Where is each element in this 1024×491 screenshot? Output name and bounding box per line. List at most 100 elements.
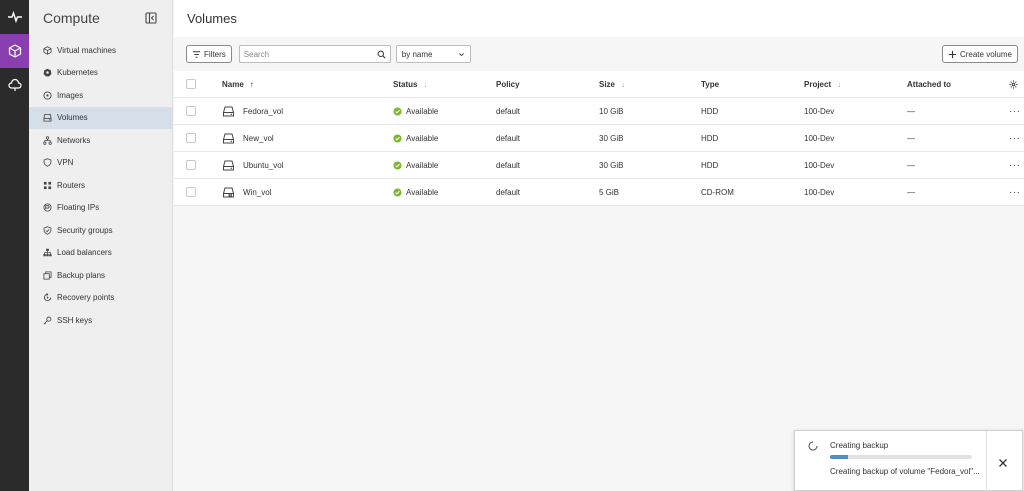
filters-button[interactable]: Filters bbox=[186, 45, 232, 63]
sidebar-item-virtual-machines[interactable]: Virtual machines bbox=[29, 39, 172, 62]
column-label: Attached to bbox=[907, 79, 951, 89]
table-row[interactable]: Fedora_vol Available default 10 GiB HDD … bbox=[174, 98, 1024, 125]
sidebar-item-networks[interactable]: Networks bbox=[29, 129, 172, 152]
policy-cell: default bbox=[496, 160, 521, 170]
column-label: Status bbox=[393, 79, 418, 89]
attached-cell: — bbox=[907, 187, 915, 197]
sidebar-item-backup-plans[interactable]: Backup plans bbox=[29, 264, 172, 287]
rail-compute-button[interactable] bbox=[0, 34, 29, 68]
toast-progress-bar bbox=[830, 455, 972, 459]
main-content: Volumes Filters by name Create volume Na… bbox=[174, 0, 1024, 491]
table-settings-button[interactable] bbox=[1009, 71, 1018, 97]
sidebar-nav: Virtual machines Kubernetes Images Volum… bbox=[29, 39, 172, 332]
row-checkbox[interactable] bbox=[186, 133, 196, 143]
sort-select-value: by name bbox=[401, 49, 433, 59]
key-icon bbox=[43, 316, 51, 325]
table-row[interactable]: New_vol Available default 30 GiB HDD 100… bbox=[174, 125, 1024, 152]
network-icon bbox=[42, 135, 52, 145]
table-row[interactable]: Win_vol Available default 5 GiB CD-ROM 1… bbox=[174, 179, 1024, 206]
page-header: Volumes bbox=[174, 0, 1024, 37]
column-header-status[interactable]: Status ↓ bbox=[393, 71, 427, 97]
backup-icon bbox=[42, 271, 52, 280]
sidebar-item-routers[interactable]: Routers bbox=[29, 174, 172, 197]
rail-monitoring-button[interactable] bbox=[0, 0, 29, 34]
volume-name[interactable]: Fedora_vol bbox=[243, 107, 283, 116]
attached-cell: — bbox=[907, 106, 915, 116]
plus-icon bbox=[948, 50, 957, 58]
search-icon[interactable] bbox=[377, 50, 386, 59]
drive-icon bbox=[223, 160, 234, 170]
search-input[interactable] bbox=[243, 49, 377, 59]
check-circle-icon bbox=[393, 133, 402, 143]
backup-toast: Creating backup Creating backup of volum… bbox=[794, 430, 1023, 491]
volume-name[interactable]: New_vol bbox=[243, 134, 274, 143]
sidebar-item-ssh-keys[interactable]: SSH keys bbox=[29, 309, 172, 332]
page-title: Volumes bbox=[187, 11, 237, 26]
sidebar-item-floating-ips[interactable]: Floating IPs bbox=[29, 197, 172, 220]
toast-message: Creating backup of volume "Fedora_vol"..… bbox=[830, 467, 980, 476]
disc-icon bbox=[42, 91, 52, 100]
sidebar-item-load-balancers[interactable]: Load balancers bbox=[29, 242, 172, 265]
collapse-sidebar-button[interactable] bbox=[144, 11, 158, 25]
size-cell: 5 GiB bbox=[599, 187, 620, 197]
row-actions-button[interactable]: ··· bbox=[1009, 187, 1021, 198]
row-actions-button[interactable]: ··· bbox=[1009, 106, 1021, 117]
column-header-project[interactable]: Project ↓ bbox=[804, 71, 841, 97]
select-all-checkbox[interactable] bbox=[186, 79, 196, 89]
recovery-icon bbox=[43, 293, 51, 302]
project-cell: 100-Dev bbox=[804, 106, 835, 116]
spinner-icon bbox=[808, 441, 818, 451]
sidebar-item-images[interactable]: Images bbox=[29, 84, 172, 107]
drive-windows-icon bbox=[223, 187, 234, 197]
router-icon bbox=[43, 181, 51, 189]
sort-select[interactable]: by name bbox=[395, 45, 471, 63]
create-volume-label: Create volume bbox=[959, 49, 1012, 59]
attached-cell: — bbox=[907, 133, 915, 143]
create-volume-button[interactable]: Create volume bbox=[941, 45, 1018, 63]
security-icon bbox=[43, 226, 51, 235]
type-cell: HDD bbox=[701, 160, 719, 170]
column-header-policy: Policy bbox=[496, 71, 520, 97]
sidebar-item-kubernetes[interactable]: Kubernetes bbox=[29, 62, 172, 85]
activity-icon bbox=[7, 10, 22, 24]
rail-cloud-button[interactable] bbox=[0, 68, 29, 102]
row-checkbox[interactable] bbox=[186, 160, 196, 170]
panel-collapse-icon bbox=[145, 12, 157, 24]
row-checkbox[interactable] bbox=[186, 106, 196, 116]
volume-name[interactable]: Win_vol bbox=[243, 188, 271, 197]
load-balancer-icon bbox=[42, 248, 52, 257]
table-row[interactable]: Ubuntu_vol Available default 30 GiB HDD … bbox=[174, 152, 1024, 179]
column-header-size[interactable]: Size ↓ bbox=[599, 71, 625, 97]
sidebar-item-recovery-points[interactable]: Recovery points bbox=[29, 287, 172, 310]
attached-cell: — bbox=[907, 160, 915, 170]
row-checkbox[interactable] bbox=[186, 187, 196, 197]
policy-cell: default bbox=[496, 133, 521, 143]
sidebar-item-volumes[interactable]: Volumes bbox=[29, 106, 172, 129]
sidebar-item-label: Virtual machines bbox=[57, 45, 116, 55]
sidebar-item-security-groups[interactable]: Security groups bbox=[29, 219, 172, 242]
cube-icon bbox=[8, 44, 21, 58]
sort-icon: ↓ bbox=[837, 79, 842, 89]
column-label: Project bbox=[804, 79, 832, 89]
column-header-attached: Attached to bbox=[907, 71, 951, 97]
check-circle-icon bbox=[393, 106, 402, 116]
sidebar-header: Compute bbox=[29, 0, 172, 36]
row-actions-button[interactable]: ··· bbox=[1009, 160, 1021, 171]
sidebar-item-label: Volumes bbox=[57, 113, 88, 123]
gear-icon bbox=[1009, 80, 1018, 88]
icon-rail bbox=[0, 0, 29, 491]
type-cell: CD-ROM bbox=[701, 187, 734, 197]
sidebar-item-vpn[interactable]: VPN bbox=[29, 152, 172, 175]
volume-name[interactable]: Ubuntu_vol bbox=[243, 161, 283, 170]
status-text: Available bbox=[406, 133, 439, 143]
type-cell: HDD bbox=[701, 133, 719, 143]
filters-label: Filters bbox=[204, 49, 226, 59]
kubernetes-icon bbox=[43, 68, 51, 77]
close-icon[interactable] bbox=[998, 458, 1008, 468]
row-actions-button[interactable]: ··· bbox=[1009, 133, 1021, 144]
sidebar-item-label: Networks bbox=[57, 135, 91, 145]
column-header-type: Type bbox=[701, 71, 719, 97]
status-text: Available bbox=[406, 160, 439, 170]
sidebar-title: Compute bbox=[43, 10, 100, 26]
column-header-name[interactable]: Name ↑ bbox=[222, 71, 254, 97]
